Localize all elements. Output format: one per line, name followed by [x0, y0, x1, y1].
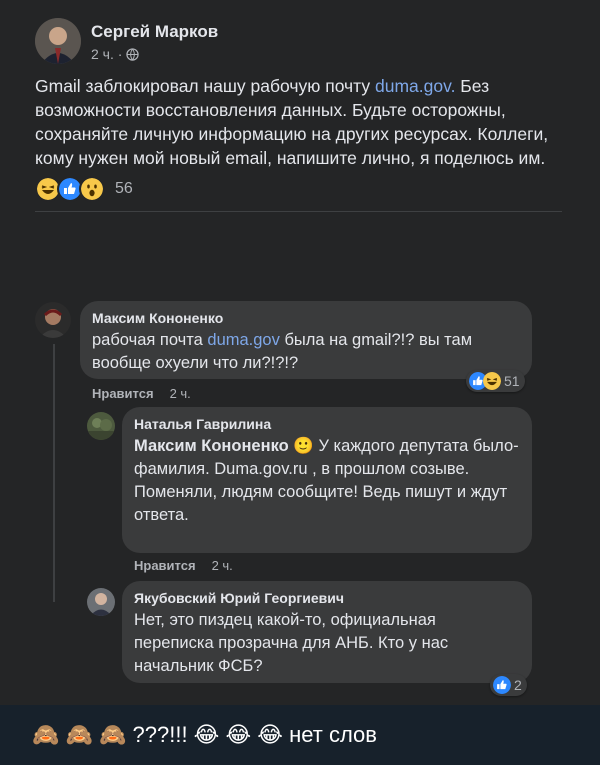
- comment-text: рабочая почта duma.gov была на gmail?!? …: [92, 329, 520, 375]
- comment-bubble: Максим Кононенко рабочая почта duma.gov …: [80, 301, 532, 379]
- replier-avatar[interactable]: [87, 588, 115, 616]
- comment-text-part1: рабочая почта: [92, 331, 208, 349]
- message-caption: 🙈 🙈 🙈 ???!!! 😂 😂 😂 нет слов: [0, 705, 600, 765]
- reaction-count[interactable]: 56: [115, 180, 133, 198]
- thread-line: [53, 344, 55, 602]
- reply-bubble: Якубовский Юрий Георгиевич Нет, это пизд…: [122, 581, 532, 683]
- wow-icon: [79, 176, 105, 202]
- reply-reactions[interactable]: 2: [490, 674, 527, 696]
- comment-time[interactable]: 2 ч.: [170, 386, 191, 401]
- facebook-post-card: Сергей Марков 2 ч. · Gmail заблокировал …: [0, 0, 600, 705]
- globe-icon: [126, 47, 140, 61]
- reply-text: Нет, это пиздец какой-то, официальная пе…: [134, 611, 449, 675]
- author-avatar[interactable]: [35, 18, 81, 64]
- post-link[interactable]: duma.gov.: [375, 76, 455, 96]
- reply-reaction-count: 2: [514, 677, 522, 693]
- post-time[interactable]: 2 ч. ·: [91, 46, 122, 62]
- reply-bubble: Наталья Гаврилина Максим Кононенко 🙂 У к…: [122, 407, 532, 553]
- reply-text: Максим Кононенко 🙂 У каждого депутата бы…: [134, 435, 520, 527]
- comment-link[interactable]: duma.gov: [207, 331, 279, 349]
- like-button[interactable]: Нравится: [134, 558, 196, 573]
- replier-avatar[interactable]: [87, 412, 115, 440]
- commenter-avatar[interactable]: [35, 302, 71, 338]
- like-button[interactable]: Нравится: [92, 386, 154, 401]
- post-text-part1: Gmail заблокировал нашу рабочую почту: [35, 76, 376, 96]
- haha-icon: [483, 372, 501, 390]
- post-reactions[interactable]: 56: [35, 176, 133, 202]
- reply-text-part2: Поменяли, людям сообщите! Ведь пишут и ж…: [134, 483, 508, 524]
- comment-actions: Нравится 2 ч.: [92, 386, 191, 401]
- caption-text: 🙈 🙈 🙈 ???!!! 😂 😂 😂 нет слов: [32, 722, 377, 747]
- reply-author[interactable]: Якубовский Юрий Георгиевич: [134, 589, 520, 607]
- divider: [35, 211, 562, 212]
- reply-author[interactable]: Наталья Гаврилина: [134, 415, 520, 433]
- reply-time[interactable]: 2 ч.: [212, 558, 233, 573]
- reply-actions: Нравится 2 ч.: [134, 558, 233, 573]
- post-author-name[interactable]: Сергей Марков: [91, 22, 218, 42]
- like-icon: [493, 676, 511, 694]
- comment-reaction-count: 51: [504, 373, 520, 389]
- comment-reactions[interactable]: 51: [466, 370, 525, 392]
- post-text: Gmail заблокировал нашу рабочую почту du…: [35, 74, 555, 170]
- post-meta: 2 ч. ·: [91, 46, 140, 62]
- smile-emoji: 🙂: [293, 437, 314, 455]
- comment-author[interactable]: Максим Кононенко: [92, 309, 520, 327]
- mention-link[interactable]: Максим Кононенко: [134, 437, 289, 455]
